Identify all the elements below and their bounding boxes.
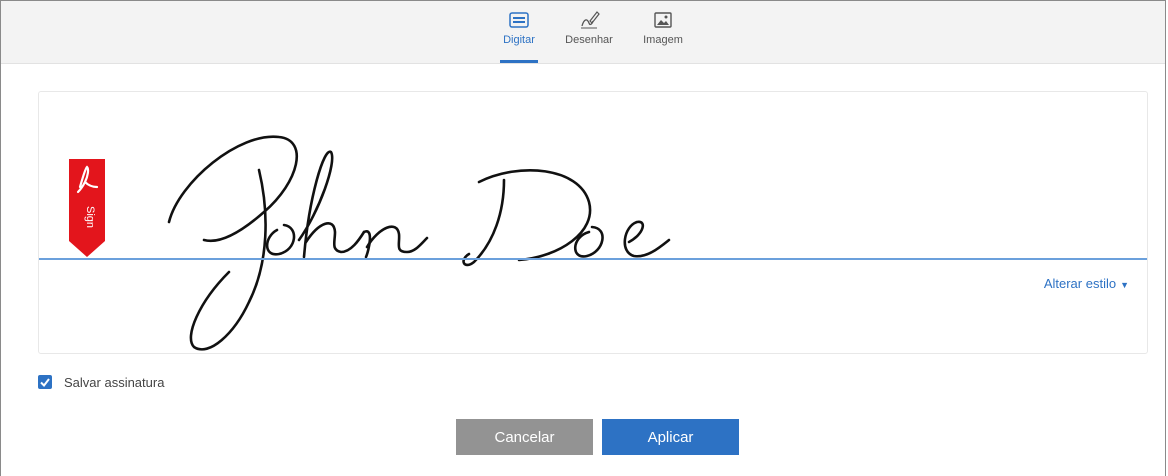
mode-tabbar: Digitar Desenhar Imagem — [1, 1, 1165, 64]
cancel-button[interactable]: Cancelar — [456, 419, 593, 455]
tab-type-label: Digitar — [503, 34, 535, 46]
tab-draw-label: Desenhar — [565, 34, 613, 46]
apply-button[interactable]: Aplicar — [602, 419, 739, 455]
pen-draw-icon — [581, 11, 600, 29]
signature-dialog: Digitar Desenhar Imagem Sign Alterar est… — [0, 0, 1166, 476]
signature-area[interactable]: Sign Alterar estilo ▼ — [38, 91, 1148, 354]
caret-down-icon: ▼ — [1120, 280, 1129, 290]
change-style-dropdown[interactable]: Alterar estilo ▼ — [1044, 276, 1129, 291]
signature-preview — [167, 135, 671, 351]
save-signature-checkbox[interactable] — [38, 375, 52, 389]
tab-type[interactable]: Digitar — [484, 9, 554, 63]
change-style-label: Alterar estilo — [1043, 276, 1117, 291]
save-signature-label: Salvar assinatura — [64, 375, 165, 390]
tab-image-label: Imagem — [643, 34, 683, 46]
image-icon — [654, 12, 672, 28]
tab-draw[interactable]: Desenhar — [554, 9, 624, 63]
checkmark-icon — [40, 378, 50, 388]
signature-baseline — [39, 258, 1147, 260]
tab-image[interactable]: Imagem — [628, 9, 698, 63]
bookmark-text: Sign — [84, 206, 96, 228]
adobe-sign-bookmark-icon: Sign — [69, 159, 105, 257]
keyboard-icon — [509, 12, 529, 28]
